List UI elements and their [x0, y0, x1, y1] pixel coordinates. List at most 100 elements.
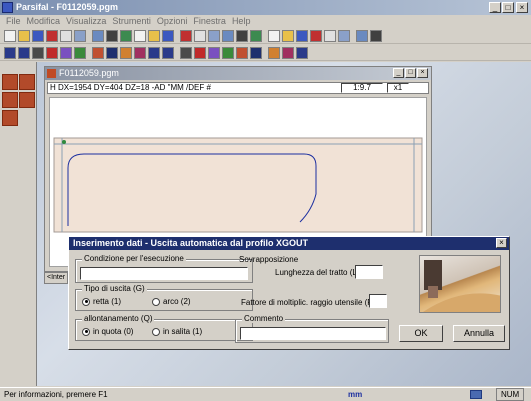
- distance-rise-radio-icon[interactable]: [152, 327, 160, 336]
- minimize-button[interactable]: _: [489, 2, 501, 13]
- distance-rise-label: in salita (1): [163, 327, 203, 336]
- panel-icon[interactable]: [268, 30, 280, 42]
- mill-4-icon[interactable]: [134, 47, 146, 59]
- document-icon: [47, 69, 56, 78]
- doc-minimize-button[interactable]: _: [393, 68, 404, 78]
- cut-icon[interactable]: [46, 30, 58, 42]
- copy-icon[interactable]: [60, 30, 72, 42]
- matrix-icon[interactable]: [250, 30, 262, 42]
- tool-b-icon[interactable]: [74, 47, 86, 59]
- tool-arrow-down-icon[interactable]: [2, 74, 18, 90]
- data-entry-dialog: Inserimento dati - Uscita automatica dal…: [68, 236, 510, 350]
- ok-button[interactable]: OK: [399, 325, 443, 342]
- menu-item-opzioni[interactable]: Opzioni: [157, 15, 188, 28]
- distance-option-rise[interactable]: in salita (1): [152, 327, 202, 336]
- zoom-in-icon[interactable]: [4, 47, 16, 59]
- exit-arc-radio-icon[interactable]: [152, 297, 160, 306]
- distance-group: allontanamento (Q) in quota (0) in salit…: [75, 314, 253, 341]
- tool-slash-icon[interactable]: [19, 92, 35, 108]
- left-tool-panel: [0, 62, 37, 386]
- fence3-icon[interactable]: [282, 47, 294, 59]
- app-icon: [2, 2, 13, 13]
- factor-input[interactable]: [369, 294, 387, 308]
- distance-label: allontanamento (Q): [82, 314, 155, 323]
- menu-item-modifica[interactable]: Modifica: [27, 15, 61, 28]
- condition-input[interactable]: [80, 267, 248, 280]
- status-unit: mm: [348, 390, 363, 399]
- status-hint: Per informazioni, premere F1: [4, 390, 108, 399]
- menu-item-visualizza[interactable]: Visualizza: [66, 15, 106, 28]
- open-icon[interactable]: [18, 30, 30, 42]
- sync-icon[interactable]: [148, 30, 160, 42]
- doc-restore-button[interactable]: □: [405, 68, 416, 78]
- print-icon[interactable]: [106, 30, 118, 42]
- move-y-icon[interactable]: [236, 47, 248, 59]
- factor-label: Fattore di moltiplic. raggio utensile (R…: [241, 298, 388, 307]
- restore-button[interactable]: □: [502, 2, 514, 13]
- grid-red-icon[interactable]: [296, 47, 308, 59]
- dialog-title-bar: Inserimento dati - Uscita automatica dal…: [69, 237, 509, 250]
- preview-icon[interactable]: [120, 30, 132, 42]
- dialog-close-button[interactable]: ×: [496, 238, 507, 248]
- exit-option-straight[interactable]: retta (1): [82, 297, 121, 306]
- monitor-icon[interactable]: [134, 30, 146, 42]
- line-icon[interactable]: [338, 30, 350, 42]
- slash-icon[interactable]: [356, 30, 368, 42]
- ruler-icon[interactable]: [370, 30, 382, 42]
- fence2-icon[interactable]: [268, 47, 280, 59]
- app-title: Parsifal - F0112059.pgm: [16, 2, 119, 12]
- comment-input[interactable]: [240, 327, 386, 340]
- save-icon[interactable]: [32, 30, 44, 42]
- exit-option-arc[interactable]: arco (2): [152, 297, 191, 306]
- text-icon[interactable]: [32, 47, 44, 59]
- arc-icon[interactable]: [324, 30, 336, 42]
- mill-2-icon[interactable]: [106, 47, 118, 59]
- tool-check-icon[interactable]: [2, 92, 18, 108]
- tool-a-icon[interactable]: [60, 47, 72, 59]
- cancel-label: Annulla: [463, 328, 495, 338]
- exit-arc-label: arco (2): [163, 297, 191, 306]
- menu-item-help[interactable]: Help: [232, 15, 251, 28]
- grid-icon[interactable]: [236, 30, 248, 42]
- layer-icon[interactable]: [148, 47, 160, 59]
- cross-icon[interactable]: [46, 47, 58, 59]
- move-x-icon[interactable]: [208, 47, 220, 59]
- help-icon[interactable]: [180, 30, 192, 42]
- mill-3-icon[interactable]: [120, 47, 132, 59]
- panel2-icon[interactable]: [282, 30, 294, 42]
- length-input[interactable]: [355, 265, 383, 279]
- close-button[interactable]: ×: [516, 2, 528, 13]
- tool2-icon[interactable]: [222, 30, 234, 42]
- shape-icon[interactable]: [296, 30, 308, 42]
- zoom-ratio-field[interactable]: 1:9.7: [341, 83, 383, 93]
- new-icon[interactable]: [4, 30, 16, 42]
- layer3-icon[interactable]: [180, 47, 192, 59]
- pencil-icon[interactable]: [310, 30, 322, 42]
- menu-item-file[interactable]: File: [6, 15, 21, 28]
- distance-level-radio-icon[interactable]: [82, 327, 90, 336]
- dialog-title: Inserimento dati - Uscita automatica dal…: [73, 238, 309, 248]
- move-neg-x-icon[interactable]: [222, 47, 234, 59]
- tool-x-icon[interactable]: [2, 110, 18, 126]
- layer2-icon[interactable]: [162, 47, 174, 59]
- layer4-icon[interactable]: [194, 47, 206, 59]
- doc-close-button[interactable]: ×: [417, 68, 428, 78]
- tool1-icon[interactable]: [208, 30, 220, 42]
- exit-straight-radio-icon[interactable]: [82, 297, 90, 306]
- menu-item-strumenti[interactable]: Strumenti: [112, 15, 151, 28]
- cancel-button[interactable]: Annulla: [453, 325, 505, 342]
- comment-group: Commento: [235, 314, 389, 343]
- zoom-factor-field[interactable]: x1: [387, 83, 409, 93]
- zoom-out-icon[interactable]: [18, 47, 30, 59]
- tool-v-icon[interactable]: [19, 74, 35, 90]
- cad-toolbar: [0, 45, 531, 61]
- condition-label: Condizione per l'esecuzione: [82, 254, 186, 263]
- sync2-icon[interactable]: [162, 30, 174, 42]
- distance-option-level[interactable]: in quota (0): [82, 327, 133, 336]
- menu-item-finestra[interactable]: Finestra: [193, 15, 226, 28]
- mill-1-icon[interactable]: [92, 47, 104, 59]
- fence-icon[interactable]: [250, 47, 262, 59]
- undo-icon[interactable]: [92, 30, 104, 42]
- help-pointer-icon[interactable]: [194, 30, 206, 42]
- paste-icon[interactable]: [74, 30, 86, 42]
